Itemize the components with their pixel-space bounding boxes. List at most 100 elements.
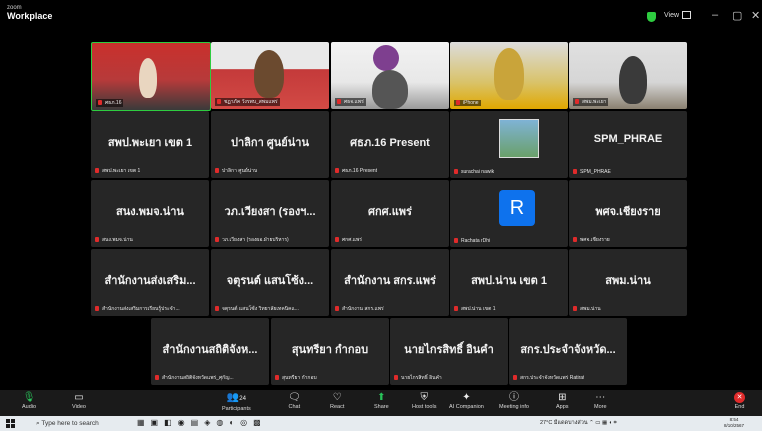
mic-muted-icon [275,375,279,381]
participant-display-name: สพป.พะเยา เขต 1 [107,137,193,149]
mic-muted-icon [575,99,579,105]
system-tray[interactable]: 27°C มีแดดบางส่วน ⌃ ▭ ▦ ◖ ⌗ [540,419,617,427]
participant-tile[interactable]: สกร.ประจำจังหวัด... สกร.ประจำจังหวัดแพร่ … [509,318,627,385]
chat-button[interactable]: 🗨 Chat [288,391,301,410]
apps-button[interactable]: ⊞ Apps [556,391,569,410]
microphone-icon: 🎙 [22,392,36,403]
participant-tile[interactable]: สำนักงานสถิติจังห... สำนักงานสถิติจังหวัด… [151,318,269,385]
participant-name: สนง.พมจ.น่าน [95,236,133,244]
time: 8:54 [729,417,739,422]
participant-display-name: ศธภ.16 Present [350,137,430,149]
participant-tile[interactable]: iPhone [450,42,568,109]
participant-tile[interactable]: สพม.น่าน สพม.น่าน [569,249,687,316]
chat-icon: 🗨 [288,392,301,403]
mic-muted-icon [215,168,219,174]
more-icon: ⋯ [595,392,606,403]
close-icon: ✕ [734,392,745,403]
participant-tile[interactable]: วภ.เวียงสา (รองฯ... วภ.เวียงสา (รองผอ.ฝ่า… [211,180,329,247]
participant-tile[interactable]: ศธภ.16 Present ศธภ.16 Present [331,111,449,178]
participant-tile[interactable]: สนง.พมจ.น่าน สนง.พมจ.น่าน [91,180,209,247]
search-placeholder: Type here to search [41,420,99,427]
react-button[interactable]: ♡ React [330,391,344,410]
mic-muted-icon [454,238,458,244]
mic-muted-icon [513,375,517,381]
participant-tile[interactable]: พศจ.เชียงราย พศจ.เชียงราย [569,180,687,247]
mic-muted-icon [454,169,458,175]
sparkle-icon: ✦ [462,392,471,403]
taskbar-search[interactable]: ⌕ Type here to search [36,417,130,430]
audio-button[interactable]: 🎙 Audio [22,391,36,410]
mic-muted-icon [335,237,339,243]
security-shield-icon[interactable] [647,12,656,22]
mic-muted-icon [215,306,219,312]
profile-picture [499,119,539,158]
participant-tile[interactable]: สำนักงานส่งเสริม... สำนักงานส่งเสริมการเร… [91,249,209,316]
participant-figure [619,56,647,104]
shield-icon: ⛨ [420,392,428,403]
taskbar-apps[interactable]: ▦▣◧◉▤◈◍◐◎▩ [137,418,267,427]
participant-name: ศกศ.แพร่ [335,236,362,244]
maximize-button[interactable]: ▢ [732,9,742,22]
apps-icon: ⊞ [558,392,567,403]
mic-muted-icon [335,168,339,174]
participant-tile[interactable]: สพป.พะเยา เขต 1 สพป.พะเยา เขต 1 [91,111,209,178]
participant-tile[interactable]: ศธภ.16 [91,42,211,111]
more-button[interactable]: ⋯ More [594,391,607,410]
participant-tile[interactable]: ศธจ.แพร่ [331,42,449,109]
end-button[interactable]: ✕ End [734,391,745,410]
taskbar-clock[interactable]: 8:54 8/10/2567 [724,417,744,429]
participant-display-name: จตุรนต์ แสนโซ้ง... [226,275,314,287]
participant-display-name: สำนักงาน สกร.แพร่ [344,275,436,287]
participants-icon: 👥24 [226,392,246,403]
participant-tile[interactable]: สุนทรียา กำกอบ สุนทรียา กำกอบ [271,318,389,385]
mic-muted-icon [454,306,458,312]
participant-display-name: วภ.เวียงสา (รองฯ... [224,206,316,218]
participant-figure [494,48,524,100]
minimize-button[interactable]: – [712,9,718,21]
participant-tile[interactable]: ศกศ.แพร่ ศกศ.แพร่ [331,180,449,247]
participant-display-name: สกร.ประจำจังหวัด... [520,344,616,356]
video-button[interactable]: ▭ Video [72,391,86,410]
participants-button[interactable]: 👥24 Participants [222,391,251,412]
view-button[interactable]: View [664,11,692,19]
participant-name: สุนทรียา กำกอบ [275,374,317,382]
mic-muted-icon [95,306,99,312]
participant-tile[interactable]: สำนักงาน สกร.แพร่ สำนักงาน สกร.แพร่ [331,249,449,316]
participant-name: สำนักงานสถิติจังหวัดแพร่_ศุกัญ... [155,374,234,382]
participant-tile[interactable]: สพม.พะเยา [569,42,687,109]
participant-name: นายไกรสิทธิ์ อินคำ [394,374,442,382]
participant-display-name: สพม.น่าน [605,275,651,287]
participant-tile[interactable]: surachai nawik [450,111,568,178]
close-button[interactable]: ✕ [751,9,760,22]
participant-tile[interactable]: ปาลิกา ศูนย์น่าน ปาลิกา ศูนย์น่าน [211,111,329,178]
participant-tile[interactable]: SPM_PHRAE SPM_PHRAE [569,111,687,178]
participant-name: สพป.พะเยา เขต 1 [95,167,140,175]
meeting-info-button[interactable]: ⓘ Meeting info [499,391,529,410]
mic-muted-icon [456,100,460,106]
mic-muted-icon [573,169,577,175]
participant-tile[interactable]: จตุรนต์ แสนโซ้ง... จตุรนต์ แสนโซ้ง วิทยาล… [211,249,329,316]
grid-icon [682,11,692,19]
participant-name: Rachata rDhi [454,238,490,244]
windows-start-icon[interactable] [6,419,15,428]
participant-name: ปาลิกา ศูนย์น่าน [215,167,257,175]
ai-companion-button[interactable]: ✦ AI Companion [449,391,484,410]
participant-display-name: สำนักงานส่งเสริม... [104,275,196,287]
mic-muted-icon [215,237,219,243]
info-icon: ⓘ [508,392,519,403]
participant-tile[interactable]: สพป.น่าน เขต 1 สพป.น่าน เขต 1 [450,249,568,316]
participant-name: iPhone [454,100,481,106]
participant-tile[interactable]: ชฏาภัค วังรพบ_สพมแพร่ [211,42,329,109]
gallery-view: ศธภ.16 ชฏาภัค วังรพบ_สพมแพร่ ศธจ.แพร่ iP… [0,33,762,390]
app-logo: zoom Workplace [7,5,52,21]
participant-name: พศจ.เชียงราย [573,236,610,244]
participant-tile[interactable]: นายไกรสิทธิ์ อินคำ นายไกรสิทธิ์ อินคำ [390,318,508,385]
host-tools-button[interactable]: ⛨ Host tools [412,391,436,410]
participant-name: ศธจ.แพร่ [335,98,366,106]
share-button[interactable]: ⬆ Share [374,391,389,410]
participant-tile[interactable]: R Rachata rDhi [450,180,568,247]
participant-name: สพป.น่าน เขต 1 [454,305,496,313]
participant-display-name: สำนักงานสถิติจังห... [162,344,258,356]
weather-status: 27°C มีแดดบางส่วน [540,420,588,426]
participant-name: ศธภ.16 [96,99,124,107]
